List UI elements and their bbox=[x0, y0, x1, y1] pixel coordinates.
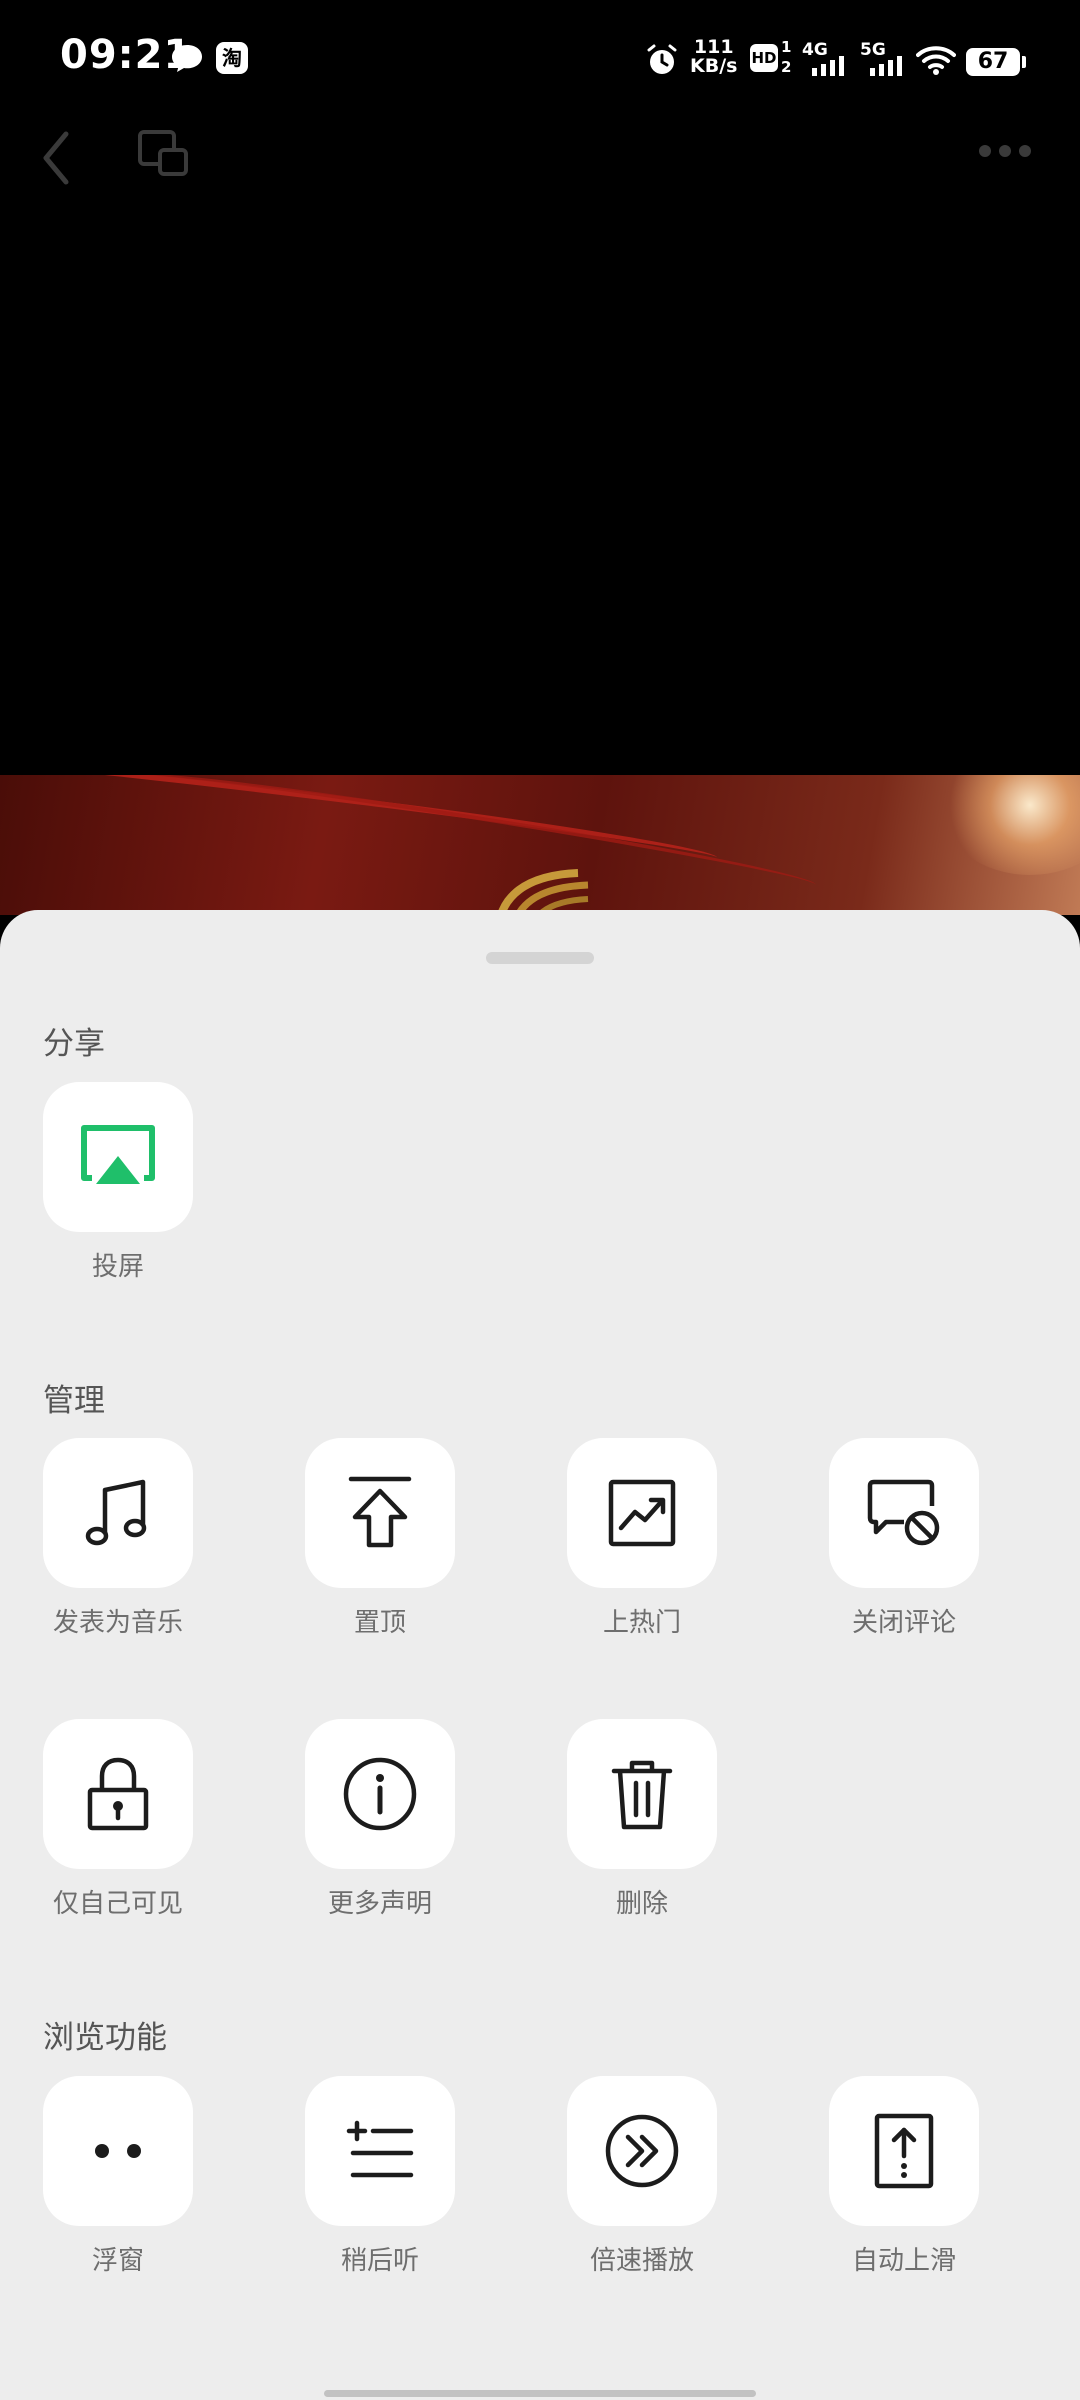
playback-speed-icon bbox=[605, 2114, 679, 2188]
tile[interactable] bbox=[305, 1438, 455, 1588]
tile[interactable] bbox=[567, 1438, 717, 1588]
info-icon bbox=[343, 1757, 417, 1831]
tile[interactable] bbox=[43, 1082, 193, 1232]
action-private-visibility[interactable]: 仅自己可见 bbox=[43, 1719, 193, 1920]
hd-voice-icon: HD bbox=[750, 44, 778, 72]
home-indicator[interactable] bbox=[324, 2390, 756, 2397]
status-bar: 09:21 淘 111 KB/s HD 1 2 4G 5G 67 bbox=[0, 0, 1080, 120]
action-label: 稍后听 bbox=[340, 2246, 419, 2276]
action-label: 删除 bbox=[615, 1889, 668, 1919]
action-auto-scroll[interactable]: 自动上滑 bbox=[829, 2076, 979, 2277]
action-boost-trending[interactable]: 上热门 bbox=[567, 1438, 717, 1639]
wifi-icon bbox=[916, 46, 956, 75]
signal-bars-icon bbox=[812, 56, 844, 76]
action-label: 自动上滑 bbox=[851, 2246, 956, 2276]
network-speed: 111 KB/s bbox=[690, 36, 738, 77]
back-arrow-icon[interactable] bbox=[36, 128, 76, 188]
tile[interactable] bbox=[305, 2076, 455, 2226]
action-label: 倍速播放 bbox=[589, 2246, 694, 2276]
action-label: 关闭评论 bbox=[851, 1608, 956, 1638]
action-label: 投屏 bbox=[91, 1252, 144, 1282]
section-title-share: 分享 bbox=[43, 1026, 105, 1062]
tile[interactable] bbox=[43, 1719, 193, 1869]
action-delete[interactable]: 删除 bbox=[567, 1719, 717, 1920]
comment-off-icon bbox=[867, 1479, 940, 1546]
action-label: 置顶 bbox=[353, 1608, 406, 1638]
video-preview bbox=[0, 775, 1080, 915]
section-title-manage: 管理 bbox=[43, 1383, 105, 1419]
action-sheet: 分享 投屏 管理 发表为音乐 置顶 上热门 关闭评论 仅自己可见 更多声明 删除… bbox=[0, 910, 1080, 2400]
tile[interactable] bbox=[829, 2076, 979, 2226]
action-label: 仅自己可见 bbox=[52, 1889, 183, 1919]
top-nav bbox=[0, 120, 1080, 185]
drag-handle[interactable] bbox=[486, 952, 594, 964]
action-label: 更多声明 bbox=[327, 1889, 432, 1919]
alarm-icon bbox=[647, 44, 677, 74]
tile[interactable] bbox=[305, 1719, 455, 1869]
sim-slot-2-label: 2 bbox=[781, 58, 792, 76]
battery-level: 67 bbox=[977, 49, 1009, 74]
picture-in-picture-icon[interactable] bbox=[136, 126, 192, 182]
action-pin-top[interactable]: 置顶 bbox=[305, 1438, 455, 1639]
tile[interactable] bbox=[43, 2076, 193, 2226]
action-close-comments[interactable]: 关闭评论 bbox=[829, 1438, 979, 1639]
trending-icon bbox=[608, 1479, 676, 1547]
action-label: 上热门 bbox=[602, 1608, 681, 1638]
listen-later-icon bbox=[346, 2120, 414, 2178]
trash-icon bbox=[611, 1760, 673, 1830]
tile[interactable] bbox=[829, 1438, 979, 1588]
action-playback-speed[interactable]: 倍速播放 bbox=[567, 2076, 717, 2277]
light-glow bbox=[940, 775, 1080, 875]
action-publish-as-music[interactable]: 发表为音乐 bbox=[43, 1438, 193, 1639]
emblem-icon bbox=[496, 869, 589, 915]
auto-scroll-icon bbox=[874, 2113, 934, 2189]
sim-slot-1-label: 1 bbox=[781, 38, 792, 56]
taobao-badge: 淘 bbox=[216, 42, 248, 74]
more-icon[interactable] bbox=[978, 144, 1032, 158]
battery-icon: 67 bbox=[966, 48, 1026, 76]
cast-icon bbox=[81, 1125, 155, 1184]
tile[interactable] bbox=[567, 1719, 717, 1869]
signal-bars-icon bbox=[870, 56, 902, 76]
tile[interactable] bbox=[43, 1438, 193, 1588]
section-title-browse: 浏览功能 bbox=[43, 2020, 167, 2056]
lock-icon bbox=[87, 1757, 149, 1831]
action-cast[interactable]: 投屏 bbox=[43, 1082, 193, 1283]
action-more-statements[interactable]: 更多声明 bbox=[305, 1719, 455, 1920]
action-listen-later[interactable]: 稍后听 bbox=[305, 2076, 455, 2277]
tile[interactable] bbox=[567, 2076, 717, 2226]
music-note-icon bbox=[85, 1479, 147, 1546]
ribbon-decoration bbox=[121, 775, 819, 900]
message-bubble-icon bbox=[172, 45, 202, 72]
pin-top-icon bbox=[348, 1476, 412, 1548]
action-label: 浮窗 bbox=[91, 2246, 144, 2276]
action-floating-window[interactable]: 浮窗 bbox=[43, 2076, 193, 2277]
action-label: 发表为音乐 bbox=[52, 1608, 183, 1638]
float-window-icon bbox=[95, 2144, 141, 2158]
